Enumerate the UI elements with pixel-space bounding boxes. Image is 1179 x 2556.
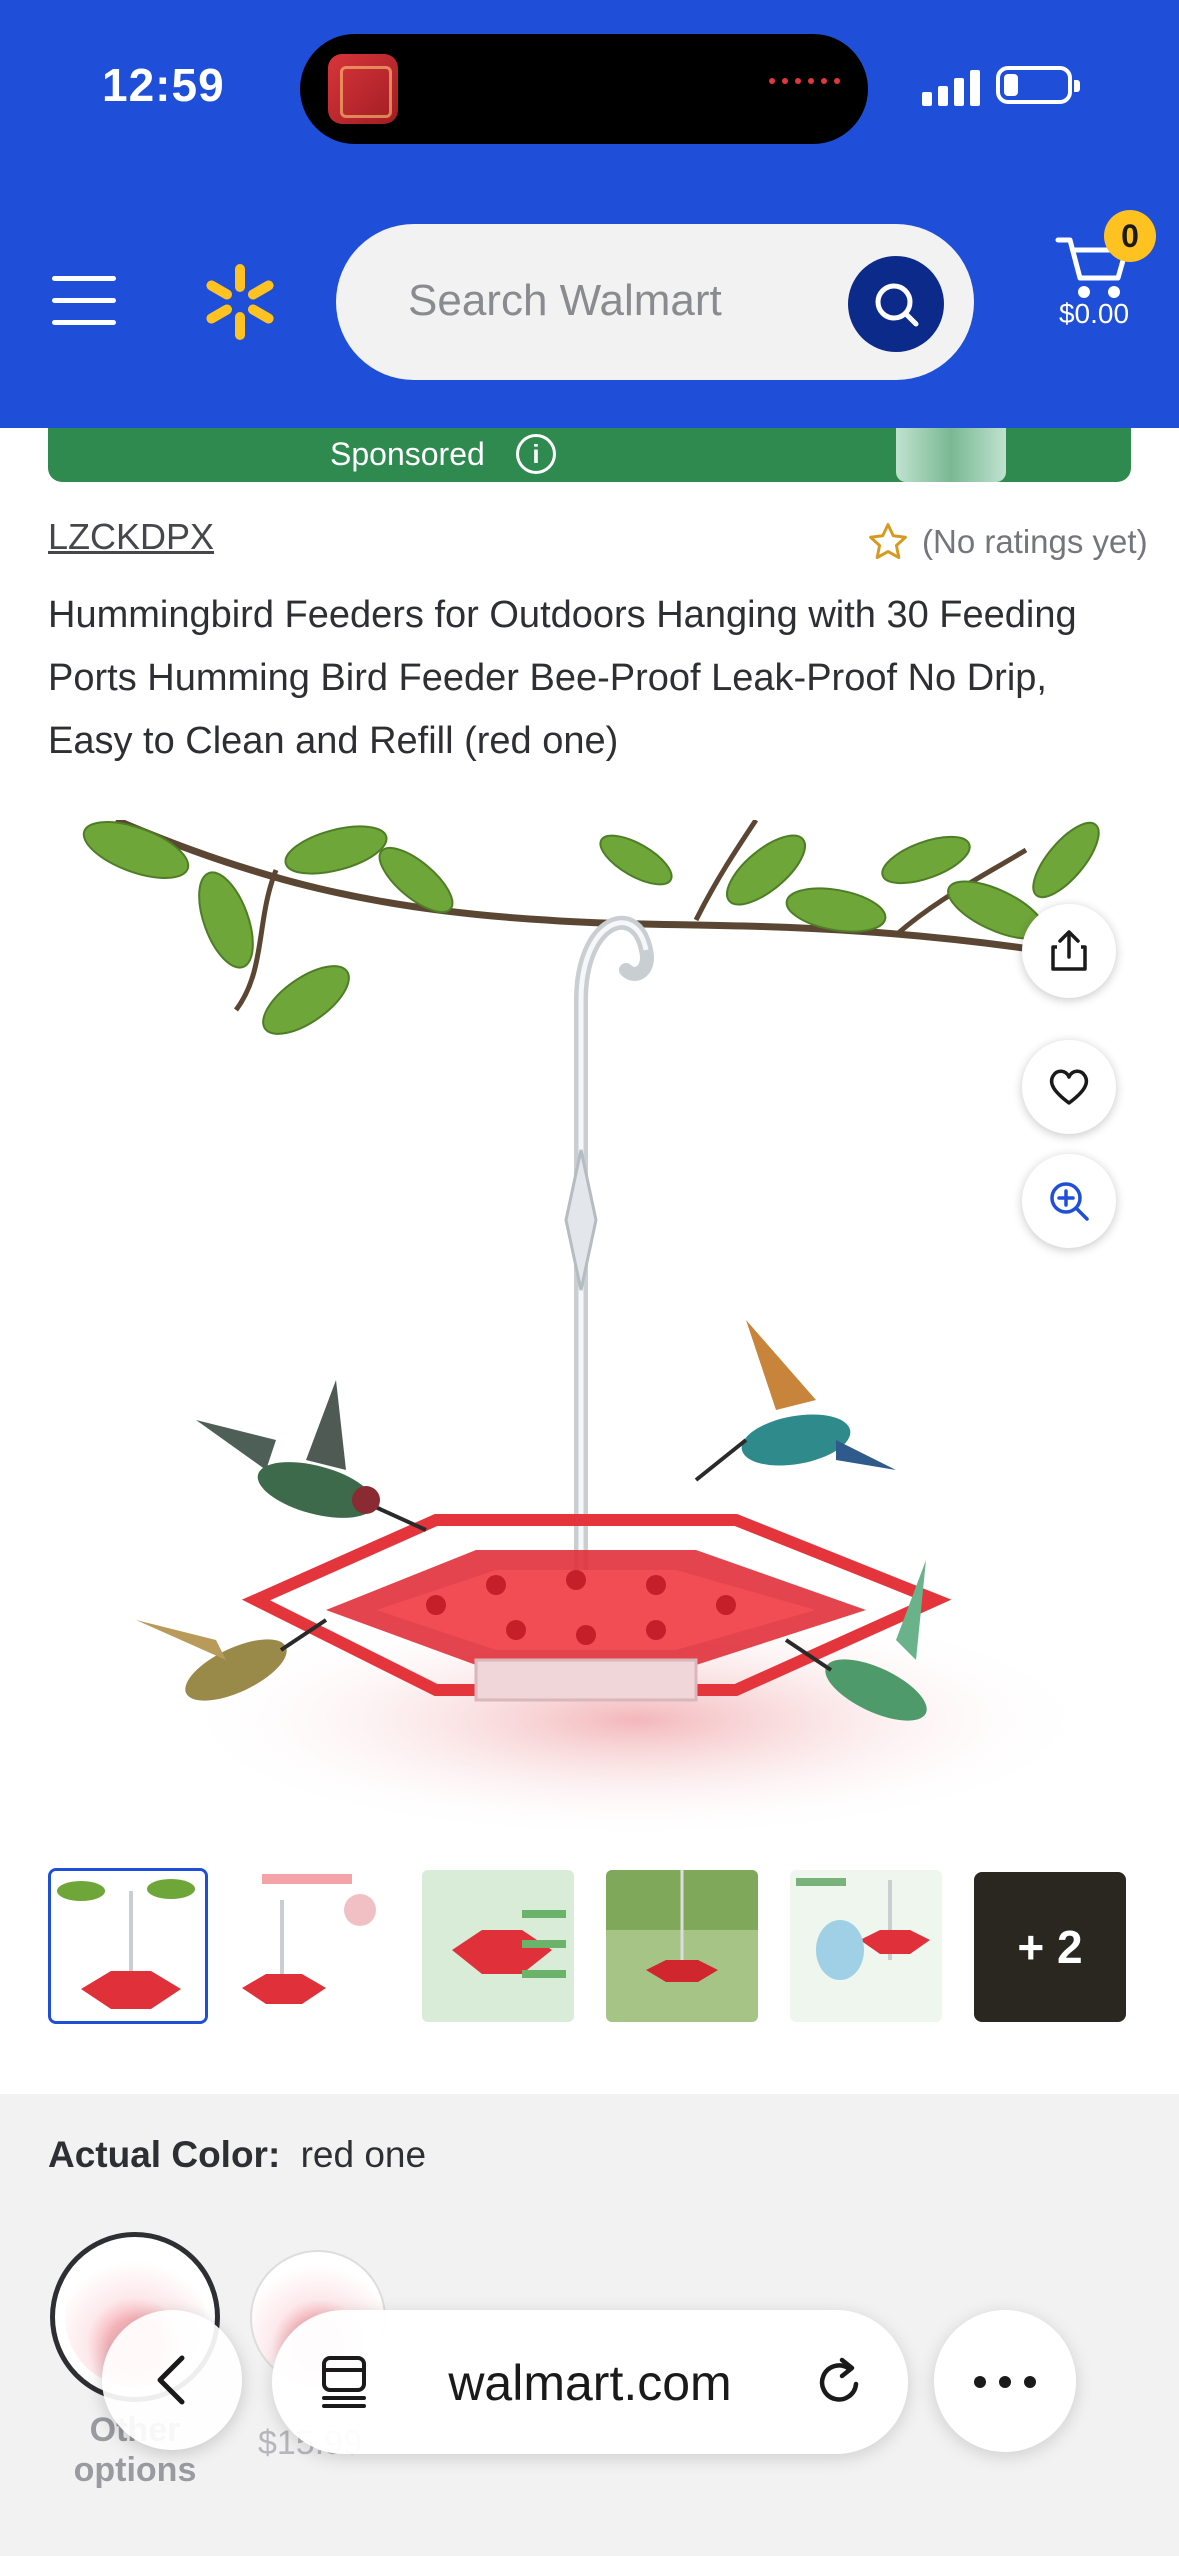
product-main-image[interactable] — [76, 820, 1102, 1846]
chevron-left-icon — [157, 2355, 185, 2405]
color-row: Actual Color: red one — [48, 2134, 426, 2176]
star-outline-icon — [869, 523, 907, 560]
info-icon[interactable]: i — [516, 434, 556, 474]
search-placeholder: Search Walmart — [408, 276, 722, 325]
hamburger-menu-icon[interactable] — [52, 276, 116, 326]
heart-icon — [1049, 1069, 1089, 1105]
sponsored-banner[interactable]: Sponsored i — [48, 428, 1131, 482]
favorite-button[interactable] — [1022, 1040, 1116, 1134]
reload-icon[interactable] — [812, 2354, 868, 2410]
status-time: 12:59 — [102, 59, 225, 111]
app-header: 12:59 Search Walmart 0 $0.00 — [0, 0, 1179, 428]
cart-button[interactable]: 0 $0.00 — [1048, 210, 1158, 340]
thumbnail-5[interactable] — [790, 1870, 942, 2022]
rating[interactable]: (No ratings yet) — [866, 520, 1148, 564]
cart-total: $0.00 — [1058, 298, 1130, 329]
signal-bars-icon — [922, 66, 980, 106]
more-dots-icon — [974, 2376, 986, 2388]
zoom-in-icon — [1050, 1182, 1089, 1221]
battery-icon — [996, 66, 1080, 104]
rating-text: (No ratings yet) — [922, 523, 1148, 560]
thumbnail-more[interactable]: + 2 — [974, 1872, 1126, 2022]
hummingbird-feeder-illustration — [82, 820, 1102, 1840]
dynamic-island — [300, 34, 868, 144]
brand-link[interactable]: LZCKDPX — [48, 516, 214, 558]
search-button[interactable] — [848, 256, 944, 352]
share-icon — [1051, 930, 1087, 971]
hummingbird-right-upper — [694, 1320, 896, 1482]
audio-waveform-icon — [769, 78, 840, 84]
product-title: Hummingbird Feeders for Outdoors Hanging… — [48, 594, 1077, 762]
color-label: Actual Color: — [48, 2134, 281, 2175]
search-icon — [875, 283, 919, 327]
address-bar[interactable]: walmart.com — [272, 2310, 908, 2454]
walmart-spark-icon[interactable] — [200, 262, 280, 342]
sponsored-label: Sponsored — [330, 436, 485, 472]
more-options-button[interactable] — [934, 2310, 1076, 2452]
album-art-icon — [328, 54, 398, 124]
search-input[interactable]: Search Walmart — [336, 224, 974, 380]
thumbnail-3[interactable] — [422, 1870, 574, 2022]
thumbnail-strip: + 2 — [48, 1868, 1131, 2024]
browser-back-button[interactable] — [102, 2310, 242, 2450]
color-value: red one — [300, 2134, 427, 2175]
hummingbird-left-upper — [196, 1380, 427, 1532]
thumbnail-4[interactable] — [606, 1870, 758, 2022]
share-button[interactable] — [1022, 904, 1116, 998]
cart-count-badge: 0 — [1104, 210, 1156, 262]
thumbnail-2[interactable] — [232, 1870, 384, 2022]
ad-product-image — [896, 428, 1006, 482]
thumbnail-1[interactable] — [48, 1868, 208, 2024]
zoom-button[interactable] — [1022, 1154, 1116, 1248]
